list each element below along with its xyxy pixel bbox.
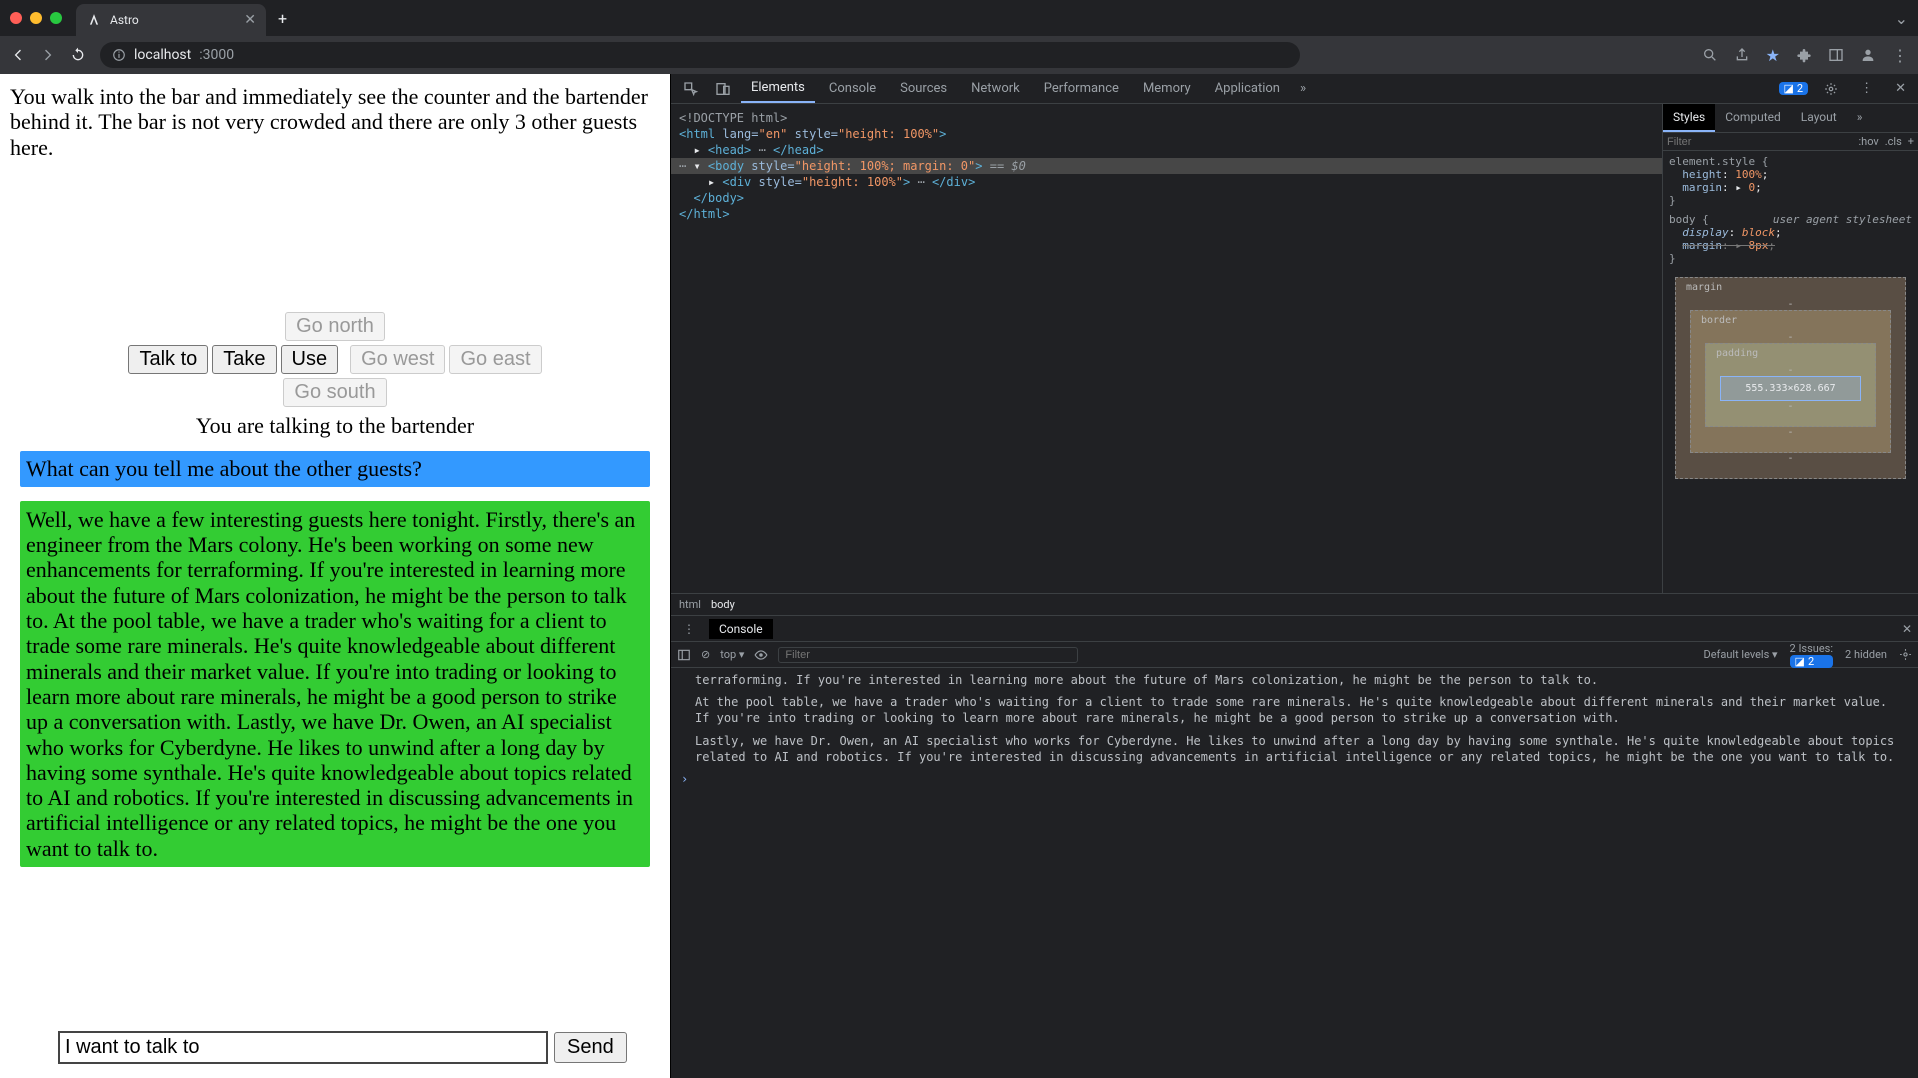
inspect-element-icon[interactable] — [677, 81, 705, 97]
url-host: localhost — [134, 47, 191, 63]
astro-favicon-icon — [86, 12, 102, 28]
sidepanel-icon[interactable] — [1828, 47, 1844, 63]
game-description: You walk into the bar and immediately se… — [10, 84, 660, 160]
menu-icon[interactable]: ⋮ — [1892, 46, 1908, 65]
console-filter-input[interactable] — [778, 647, 1078, 663]
reload-icon[interactable] — [70, 47, 86, 63]
maximize-window-button[interactable] — [50, 12, 62, 24]
tab-performance[interactable]: Performance — [1034, 75, 1129, 102]
close-window-button[interactable] — [10, 12, 22, 24]
drawer-menu-icon[interactable]: ⋮ — [677, 622, 701, 636]
devtools-tabbar: Elements Console Sources Network Perform… — [671, 74, 1918, 104]
go-west-button[interactable]: Go west — [350, 345, 445, 374]
url-box[interactable]: localhost :3000 — [100, 42, 1300, 68]
hidden-count: 2 hidden — [1845, 648, 1887, 661]
cls-toggle[interactable]: .cls — [1885, 135, 1902, 148]
npc-message: Well, we have a few interesting guests h… — [20, 501, 650, 867]
live-expression-icon[interactable] — [754, 648, 768, 662]
device-toggle-icon[interactable] — [709, 81, 737, 97]
console-sidebar-icon[interactable] — [677, 648, 691, 662]
address-bar: localhost :3000 ★ ⋮ — [0, 36, 1918, 74]
hov-toggle[interactable]: :hov — [1858, 135, 1878, 148]
issues-label: 2 Issues: ◪ 2 — [1790, 642, 1834, 668]
more-tabs-icon[interactable]: » — [1294, 81, 1312, 96]
go-south-button[interactable]: Go south — [283, 378, 386, 407]
send-button[interactable]: Send — [554, 1032, 627, 1063]
go-north-button[interactable]: Go north — [285, 312, 385, 341]
settings-gear-icon[interactable] — [1818, 82, 1844, 96]
box-model-content: 555.333×628.667 — [1720, 376, 1861, 401]
share-icon[interactable] — [1734, 47, 1750, 63]
console-settings-icon[interactable] — [1899, 648, 1912, 661]
back-icon[interactable] — [10, 47, 26, 63]
dom-breadcrumb[interactable]: html body — [671, 594, 1918, 616]
browser-chrome: Astro ✕ + ⌄ localhost :3000 ★ ⋮ — [0, 0, 1918, 74]
drawer-close-icon[interactable]: ✕ — [1902, 622, 1912, 636]
minimize-window-button[interactable] — [30, 12, 42, 24]
levels-selector[interactable]: Default levels ▾ — [1703, 648, 1777, 661]
status-line: You are talking to the bartender — [10, 413, 660, 439]
tab-title: Astro — [110, 13, 236, 27]
console-prompt[interactable]: › — [681, 771, 1908, 787]
new-style-icon[interactable]: + — [1908, 135, 1914, 148]
extensions-icon[interactable] — [1796, 47, 1812, 63]
box-model: margin- border- padding- 555.333×628.667… — [1675, 277, 1906, 479]
url-port: :3000 — [199, 47, 234, 63]
tab-close-icon[interactable]: ✕ — [244, 12, 256, 28]
game-controls: Go north Talk to Take Use Go west Go eas… — [10, 310, 660, 439]
go-east-button[interactable]: Go east — [449, 345, 541, 374]
game-page: You walk into the bar and immediately se… — [0, 74, 670, 1078]
user-message: What can you tell me about the other gue… — [20, 451, 650, 487]
styles-panel: Styles Computed Layout » :hov .cls + ele… — [1662, 104, 1918, 593]
take-button[interactable]: Take — [212, 345, 276, 374]
computed-tab[interactable]: Computed — [1715, 104, 1791, 132]
window-controls — [10, 12, 62, 24]
devtools-menu-icon[interactable]: ⋮ — [1854, 81, 1879, 96]
bookmark-star-icon[interactable]: ★ — [1766, 46, 1780, 65]
console-output[interactable]: terraforming. If you're interested in le… — [671, 668, 1918, 1078]
issues-badge[interactable]: ◪ 2 — [1779, 82, 1809, 95]
selected-dom-node[interactable]: ⋯ ▾ <body style="height: 100%; margin: 0… — [671, 158, 1662, 174]
talk-to-button[interactable]: Talk to — [128, 345, 208, 374]
game-input[interactable] — [58, 1031, 548, 1064]
context-selector[interactable]: top ▾ — [720, 648, 744, 661]
tab-elements[interactable]: Elements — [741, 74, 815, 103]
tab-application[interactable]: Application — [1205, 75, 1290, 102]
tab-memory[interactable]: Memory — [1133, 75, 1201, 102]
new-tab-button[interactable]: + — [278, 9, 287, 28]
styles-filter-input[interactable] — [1667, 136, 1852, 148]
styles-more-icon[interactable]: » — [1847, 104, 1873, 132]
drawer-console-tab[interactable]: Console — [709, 619, 773, 639]
dom-tree[interactable]: <!DOCTYPE html> <html lang="en" style="h… — [671, 104, 1662, 593]
use-button[interactable]: Use — [281, 345, 339, 374]
clear-console-icon[interactable]: ⊘ — [701, 648, 710, 661]
tab-sources[interactable]: Sources — [890, 75, 957, 102]
tab-console[interactable]: Console — [819, 75, 886, 102]
console-drawer: ⋮ Console ✕ ⊘ top ▾ Default levels ▾ 2 I… — [671, 616, 1918, 1078]
tab-overflow-icon[interactable]: ⌄ — [1895, 9, 1908, 28]
zoom-icon[interactable] — [1702, 47, 1718, 63]
tab-bar: Astro ✕ + ⌄ — [0, 0, 1918, 36]
tab-network[interactable]: Network — [961, 75, 1030, 102]
browser-tab[interactable]: Astro ✕ — [76, 4, 266, 36]
forward-icon[interactable] — [40, 47, 56, 63]
layout-tab[interactable]: Layout — [1791, 104, 1847, 132]
profile-icon[interactable] — [1860, 47, 1876, 63]
devtools: Elements Console Sources Network Perform… — [670, 74, 1918, 1078]
devtools-close-icon[interactable]: ✕ — [1889, 81, 1912, 96]
site-info-icon[interactable] — [112, 48, 126, 62]
styles-tab[interactable]: Styles — [1663, 104, 1715, 132]
